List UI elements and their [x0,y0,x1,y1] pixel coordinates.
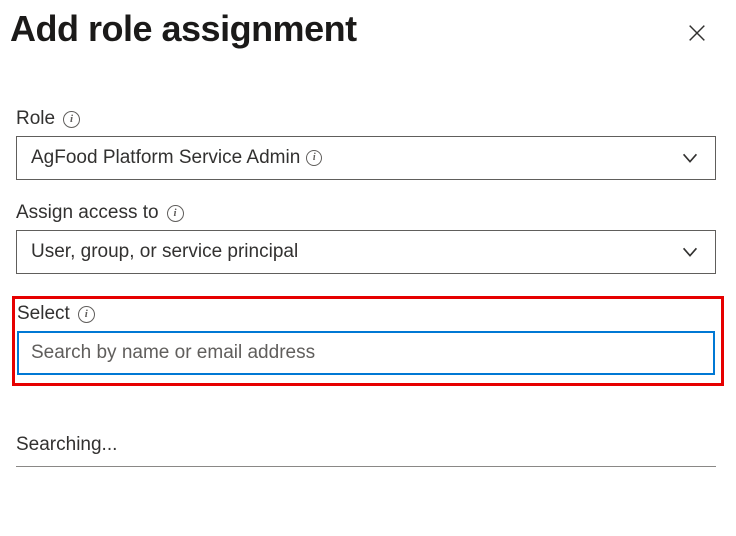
select-label-row: Select i [17,303,715,325]
select-label: Select [17,303,70,325]
field-role: Role i AgFood Platform Service Admin i [16,108,716,180]
role-label: Role [16,108,55,130]
search-status: Searching... [16,434,117,455]
panel-header: Add role assignment [0,0,736,52]
assign-dropdown[interactable]: User, group, or service principal [16,230,716,274]
close-icon [686,22,708,44]
chevron-down-icon [679,147,701,169]
role-label-row: Role i [16,108,716,130]
info-icon[interactable]: i [167,205,184,222]
assign-label: Assign access to [16,202,159,224]
select-search-input[interactable] [17,331,715,375]
info-icon[interactable]: i [306,150,322,166]
field-assign-access: Assign access to i User, group, or servi… [16,202,716,274]
role-dropdown-value: AgFood Platform Service Admin [31,147,300,169]
close-button[interactable] [678,14,716,52]
info-icon[interactable]: i [78,306,95,323]
assign-dropdown-value: User, group, or service principal [31,241,298,263]
role-value-wrap: AgFood Platform Service Admin i [31,147,322,169]
role-dropdown[interactable]: AgFood Platform Service Admin i [16,136,716,180]
panel-title: Add role assignment [10,8,357,50]
select-highlight-box: Select i [12,296,724,386]
panel-content: Role i AgFood Platform Service Admin i A… [0,52,736,467]
chevron-down-icon [679,241,701,263]
assign-label-row: Assign access to i [16,202,716,224]
search-status-row: Searching... [16,434,716,467]
info-icon[interactable]: i [63,111,80,128]
